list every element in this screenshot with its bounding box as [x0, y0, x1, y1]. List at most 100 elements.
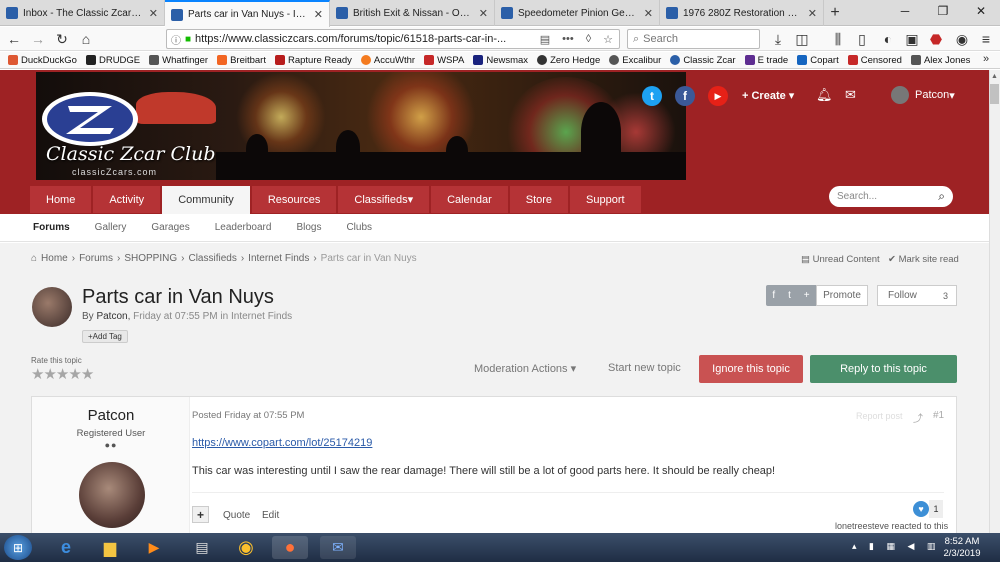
back-arrow-icon[interactable]: ←: [4, 29, 24, 49]
bookmark-item[interactable]: Classic Zcar: [670, 55, 736, 66]
follow-button[interactable]: Follow 3: [877, 285, 957, 306]
page-actions-icon[interactable]: •••: [562, 33, 574, 45]
breadcrumb-classifieds[interactable]: Classifieds: [188, 253, 236, 264]
post-author-name[interactable]: Patcon: [32, 407, 190, 424]
addon-icon[interactable]: ▣: [902, 29, 922, 49]
bookmark-item[interactable]: Copart: [797, 55, 839, 66]
account-icon[interactable]: ◉: [952, 29, 972, 49]
star-icon[interactable]: ★: [56, 366, 69, 383]
pocket-icon[interactable]: ◊: [586, 33, 591, 45]
bookmark-star-icon[interactable]: ☆: [603, 33, 613, 46]
close-icon[interactable]: ✕: [808, 7, 817, 20]
star-icon[interactable]: ★: [81, 366, 94, 383]
twitter-icon[interactable]: t: [788, 290, 791, 301]
close-window-button[interactable]: ✕: [962, 0, 1000, 22]
reply-topic-button[interactable]: Reply to this topic: [810, 355, 957, 383]
scrollbar-thumb[interactable]: [990, 84, 999, 104]
reload-icon[interactable]: ↻: [52, 29, 72, 49]
adblock-icon[interactable]: ⬣: [926, 29, 946, 49]
system-tray-icons[interactable]: ▴ ▮ ▦ ◀ ▥: [852, 541, 940, 552]
notification-bell-icon[interactable]: 🔔︎: [816, 87, 833, 103]
sidebar-icon[interactable]: ▯: [852, 29, 872, 49]
reader-view-icon[interactable]: ▤: [540, 33, 550, 46]
breadcrumb-forums[interactable]: Forums: [79, 253, 113, 264]
nav-tab-store[interactable]: Store: [509, 186, 569, 213]
library-icon[interactable]: ⫼: [828, 29, 848, 49]
ignore-topic-button[interactable]: Ignore this topic: [699, 355, 803, 383]
tab-restoration[interactable]: 1976 280Z Restoration Project ...✕: [660, 0, 824, 26]
bookmark-item[interactable]: DuckDuckGo: [8, 55, 77, 66]
youtube-icon[interactable]: ▶: [708, 86, 728, 106]
nav-tab-home[interactable]: Home: [30, 186, 92, 213]
bookmarks-overflow-icon[interactable]: »: [983, 53, 989, 65]
nav-tab-classifieds[interactable]: Classifieds ▾: [338, 186, 430, 213]
twitter-icon[interactable]: t: [642, 86, 662, 106]
bookmark-item[interactable]: Breitbart: [217, 55, 266, 66]
subnav-forums[interactable]: Forums: [33, 222, 70, 233]
extension-icon[interactable]: ◫: [792, 29, 812, 49]
post-author-avatar[interactable]: [79, 462, 145, 528]
forward-arrow-icon[interactable]: →: [28, 29, 48, 49]
subnav-garages[interactable]: Garages: [151, 222, 189, 233]
bookmark-item[interactable]: Whatfinger: [149, 55, 208, 66]
bookmark-item[interactable]: Zero Hedge: [537, 55, 600, 66]
site-search-input[interactable]: Search... ⌕: [829, 186, 953, 207]
scrollbar[interactable]: [989, 70, 1000, 533]
chrome-icon[interactable]: ◉: [228, 536, 264, 559]
quote-button[interactable]: Quote: [223, 510, 250, 521]
star-icon[interactable]: ★: [31, 366, 44, 383]
moderation-actions-menu[interactable]: Moderation Actions ▾: [474, 362, 576, 375]
windows-start-icon[interactable]: ⊞: [4, 535, 32, 560]
breadcrumb-internet-finds[interactable]: Internet Finds: [248, 253, 309, 264]
tab-british-exit[interactable]: British Exit & Nissan - Open Ch...✕: [330, 0, 495, 26]
firefox-icon[interactable]: ●: [272, 536, 308, 559]
subnav-leaderboard[interactable]: Leaderboard: [215, 222, 272, 233]
close-icon[interactable]: ✕: [644, 7, 653, 20]
mark-site-read-link[interactable]: ✔ Mark site read: [888, 254, 959, 265]
add-tag-button[interactable]: + Add Tag: [82, 330, 128, 343]
tab-inbox[interactable]: Inbox - The Classic Zcar Club ✕: [0, 0, 165, 26]
bookmark-item[interactable]: Newsmax: [473, 55, 528, 66]
promote-button[interactable]: Promote: [816, 285, 868, 306]
media-player-icon[interactable]: ▶: [136, 536, 172, 559]
nav-tab-support[interactable]: Support: [570, 186, 641, 213]
bookmark-item[interactable]: Excalibur: [609, 55, 661, 66]
report-post-link[interactable]: Report post: [856, 411, 903, 421]
maximize-button[interactable]: ❐: [924, 0, 962, 22]
mail-app-icon[interactable]: ✉: [320, 536, 356, 559]
bookmark-item[interactable]: WSPA: [424, 55, 464, 66]
bookmark-item[interactable]: Rapture Ready: [274, 55, 352, 66]
topic-forum-link[interactable]: Internet Finds: [231, 311, 292, 322]
topic-author-link[interactable]: Patcon: [96, 311, 127, 322]
scroll-up-arrow-icon[interactable]: ▲: [989, 70, 1000, 82]
menu-icon[interactable]: ≡: [976, 29, 996, 49]
site-name[interactable]: Classic Zcar Club: [46, 143, 216, 165]
tab-speedometer[interactable]: Speedometer Pinion Gear Insta...✕: [495, 0, 660, 26]
nav-tab-resources[interactable]: Resources: [251, 186, 337, 213]
search-icon[interactable]: ⌕: [938, 189, 945, 204]
edit-button[interactable]: Edit: [262, 510, 279, 521]
breadcrumb-home[interactable]: Home: [41, 253, 68, 264]
download-icon[interactable]: ⤓: [768, 29, 788, 49]
tab-parts-car[interactable]: Parts car in Van Nuys - Internet Finds✕: [165, 0, 330, 27]
internet-explorer-icon[interactable]: e: [48, 536, 84, 559]
facebook-icon[interactable]: f: [675, 86, 695, 106]
close-icon[interactable]: ✕: [479, 7, 488, 20]
create-menu-button[interactable]: + Create ▾: [742, 89, 794, 102]
bookmark-item[interactable]: E trade: [744, 55, 788, 66]
screenshot-icon[interactable]: ◐: [878, 29, 898, 49]
user-menu[interactable]: Patcon ▾: [891, 86, 955, 104]
browser-search-input[interactable]: ⌕ Search: [627, 29, 760, 49]
nav-tab-community[interactable]: Community: [162, 186, 250, 214]
url-bar[interactable]: ⓘ ■ https://www.classiczcars.com/forums/to…: [166, 29, 620, 49]
breadcrumb-shopping[interactable]: SHOPPING: [124, 253, 177, 264]
close-icon[interactable]: ✕: [149, 7, 158, 20]
info-icon[interactable]: ⓘ: [171, 32, 181, 47]
post-number[interactable]: #1: [933, 410, 944, 421]
unread-content-link[interactable]: ▤ Unread Content: [801, 254, 880, 265]
like-reaction-icon[interactable]: ♥: [913, 501, 929, 517]
home-icon[interactable]: ⌂: [76, 29, 96, 49]
subnav-clubs[interactable]: Clubs: [346, 222, 372, 233]
subnav-gallery[interactable]: Gallery: [95, 222, 127, 233]
bookmark-item[interactable]: AccuWthr: [360, 55, 415, 66]
